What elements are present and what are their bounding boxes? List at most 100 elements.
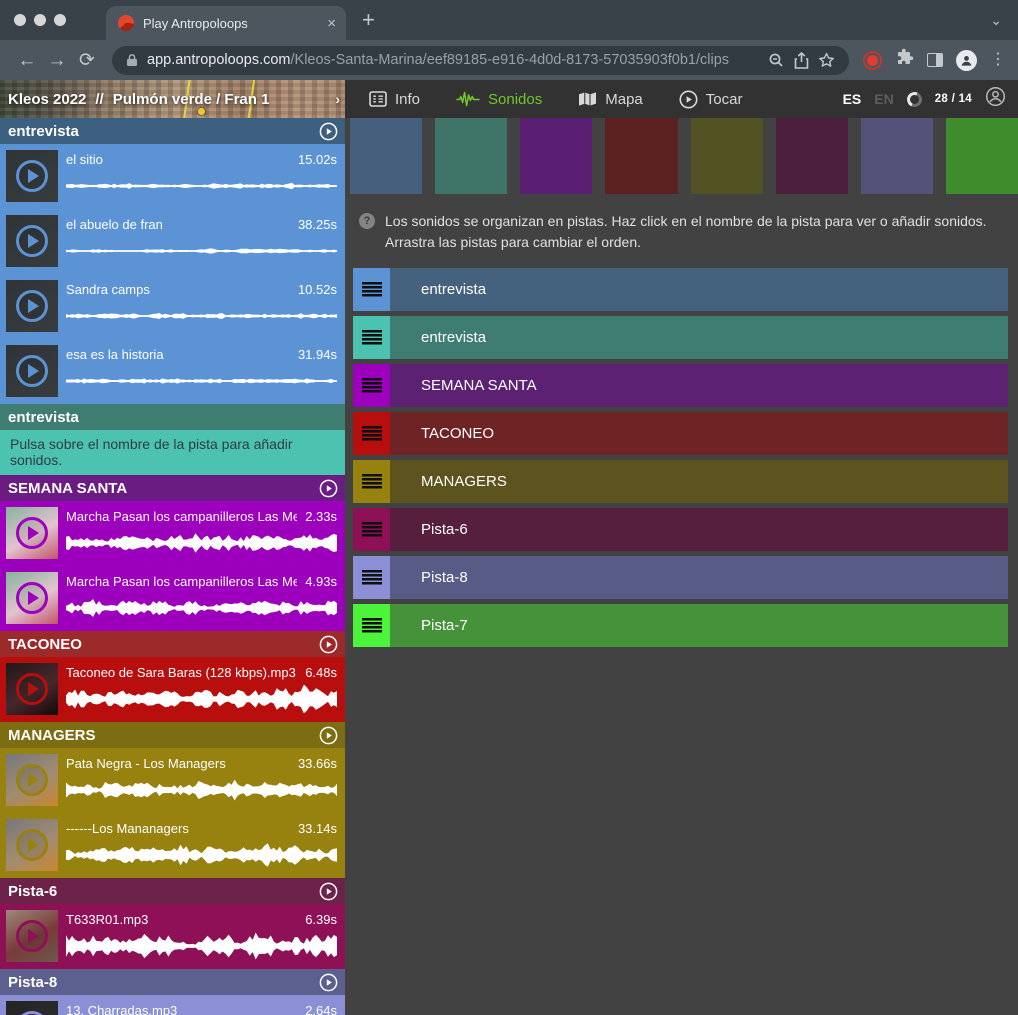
clip-thumbnail[interactable] xyxy=(6,215,58,267)
play-track-icon[interactable] xyxy=(319,973,338,992)
breadcrumb[interactable]: Kleos 2022 // Pulmón verde / Fran 1 › xyxy=(0,80,345,118)
browser-menu-icon[interactable]: ⋮ xyxy=(990,52,1006,68)
play-track-button[interactable] xyxy=(319,635,338,654)
play-track-icon[interactable] xyxy=(319,122,338,141)
language-en-button[interactable]: EN xyxy=(874,91,893,107)
clip-play-icon[interactable] xyxy=(16,1011,48,1015)
close-window-button[interactable] xyxy=(14,14,26,26)
minimize-window-button[interactable] xyxy=(34,14,46,26)
track-row-body[interactable]: Pista-7 xyxy=(390,604,1008,647)
sidebar-track-header[interactable]: Pista-8 xyxy=(0,969,345,995)
clip-item[interactable]: 13. Charradas.mp32.64s xyxy=(0,995,345,1015)
clip-thumbnail[interactable] xyxy=(6,819,58,871)
clip-item[interactable]: el sitio15.02s xyxy=(0,144,345,209)
sidebar-track-header[interactable]: entrevista xyxy=(0,118,345,144)
clip-waveform[interactable] xyxy=(66,685,337,713)
side-panel-icon[interactable] xyxy=(927,53,943,67)
tab-sonidos[interactable]: Sonidos xyxy=(456,91,542,108)
play-track-button[interactable] xyxy=(319,479,338,498)
clip-item[interactable]: Pata Negra - Los Managers33.66s xyxy=(0,748,345,813)
sidebar-track-header[interactable]: SEMANA SANTA xyxy=(0,475,345,501)
tab-info[interactable]: Info xyxy=(369,91,420,108)
clip-thumbnail[interactable] xyxy=(6,507,58,559)
sidebar-track-header[interactable]: entrevista xyxy=(0,404,345,430)
clip-play-icon[interactable] xyxy=(16,355,48,387)
extensions-puzzle-icon[interactable] xyxy=(895,48,914,72)
clip-play-icon[interactable] xyxy=(16,517,48,549)
track-row-body[interactable]: MANAGERS xyxy=(390,460,1008,503)
tab-tocar[interactable]: Tocar xyxy=(679,90,743,109)
clip-play-icon[interactable] xyxy=(16,829,48,861)
track-row-body[interactable]: entrevista xyxy=(390,268,1008,311)
clip-waveform[interactable] xyxy=(66,776,337,804)
tab-mapa[interactable]: Mapa xyxy=(578,91,643,108)
maximize-window-button[interactable] xyxy=(54,14,66,26)
clip-play-icon[interactable] xyxy=(16,920,48,952)
clip-waveform[interactable] xyxy=(66,367,337,395)
clip-thumbnail[interactable] xyxy=(6,150,58,202)
breadcrumb-project[interactable]: Kleos 2022 xyxy=(8,91,86,108)
play-track-button[interactable] xyxy=(319,122,338,141)
clip-waveform[interactable] xyxy=(66,841,337,869)
clip-item[interactable]: el abuelo de fran38.25s xyxy=(0,209,345,274)
clip-item[interactable]: ------Los Mananagers33.14s xyxy=(0,813,345,878)
track-row[interactable]: MANAGERS xyxy=(353,460,1008,503)
drag-handle-icon[interactable] xyxy=(353,316,390,359)
track-row[interactable]: Pista-7 xyxy=(353,604,1008,647)
track-row-body[interactable]: SEMANA SANTA xyxy=(390,364,1008,407)
clip-waveform[interactable] xyxy=(66,529,337,557)
forward-button[interactable]: → xyxy=(42,51,72,70)
clip-thumbnail[interactable] xyxy=(6,345,58,397)
sidebar-track-header[interactable]: TACONEO xyxy=(0,631,345,657)
track-row[interactable]: Pista-6 xyxy=(353,508,1008,551)
tab-search-chevron-icon[interactable]: ⌄ xyxy=(990,12,1002,29)
play-track-button[interactable] xyxy=(319,726,338,745)
browser-tab[interactable]: Play Antropoloops × xyxy=(106,6,346,40)
play-track-icon[interactable] xyxy=(319,635,338,654)
clip-waveform[interactable] xyxy=(66,172,337,200)
track-row-body[interactable]: TACONEO xyxy=(390,412,1008,455)
clip-thumbnail[interactable] xyxy=(6,663,58,715)
drag-handle-icon[interactable] xyxy=(353,460,390,503)
account-icon[interactable] xyxy=(985,86,1006,112)
clip-item[interactable]: Sandra camps10.52s xyxy=(0,274,345,339)
clip-waveform[interactable] xyxy=(66,237,337,265)
track-row[interactable]: SEMANA SANTA xyxy=(353,364,1008,407)
clip-item[interactable]: Marcha Pasan los campanilleros Las Mejor… xyxy=(0,566,345,631)
clip-play-icon[interactable] xyxy=(16,673,48,705)
clip-thumbnail[interactable] xyxy=(6,754,58,806)
drag-handle-icon[interactable] xyxy=(353,508,390,551)
clip-play-icon[interactable] xyxy=(16,225,48,257)
play-track-icon[interactable] xyxy=(319,726,338,745)
play-track-icon[interactable] xyxy=(319,479,338,498)
track-row-body[interactable]: entrevista xyxy=(390,316,1008,359)
clip-play-icon[interactable] xyxy=(16,290,48,322)
clip-thumbnail[interactable] xyxy=(6,910,58,962)
track-row-body[interactable]: Pista-8 xyxy=(390,556,1008,599)
play-track-button[interactable] xyxy=(319,882,338,901)
chevron-right-icon[interactable]: › xyxy=(335,91,340,107)
language-es-button[interactable]: ES xyxy=(843,91,862,107)
share-icon[interactable] xyxy=(794,52,809,69)
back-button[interactable]: ← xyxy=(12,51,42,70)
track-row[interactable]: entrevista xyxy=(353,268,1008,311)
record-indicator-icon[interactable] xyxy=(863,51,882,70)
clip-item[interactable]: esa es la historia31.94s xyxy=(0,339,345,404)
track-row[interactable]: TACONEO xyxy=(353,412,1008,455)
new-tab-button[interactable]: + xyxy=(362,9,375,31)
sidebar-track-header[interactable]: MANAGERS xyxy=(0,722,345,748)
url-bar[interactable]: app.antropoloops.com/Kleos-Santa-Marina/… xyxy=(112,46,849,75)
clip-item[interactable]: Taconeo de Sara Baras (128 kbps).mp36.48… xyxy=(0,657,345,722)
track-row[interactable]: Pista-8 xyxy=(353,556,1008,599)
clip-waveform[interactable] xyxy=(66,932,337,960)
clip-item[interactable]: Marcha Pasan los campanilleros Las Mejor… xyxy=(0,501,345,566)
clip-thumbnail[interactable] xyxy=(6,1001,58,1015)
drag-handle-icon[interactable] xyxy=(353,268,390,311)
clip-waveform[interactable] xyxy=(66,594,337,622)
drag-handle-icon[interactable] xyxy=(353,604,390,647)
drag-handle-icon[interactable] xyxy=(353,412,390,455)
clip-play-icon[interactable] xyxy=(16,582,48,614)
track-row-body[interactable]: Pista-6 xyxy=(390,508,1008,551)
clip-waveform[interactable] xyxy=(66,302,337,330)
drag-handle-icon[interactable] xyxy=(353,556,390,599)
